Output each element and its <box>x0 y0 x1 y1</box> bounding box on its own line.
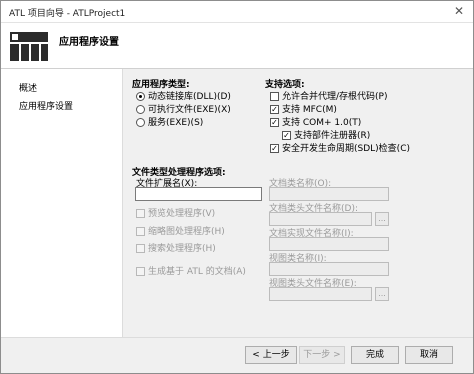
doc-class-name-input[interactable] <box>269 187 389 201</box>
wizard-footer: < 上一步 下一步 > 完成 取消 <box>1 337 473 373</box>
check-preview-handler-label: 预览处理程序(V) <box>148 209 216 219</box>
view-class-name-input[interactable] <box>269 262 389 276</box>
check-registrar[interactable]: ✓ 支持部件注册器(R) <box>282 128 370 141</box>
radio-dll-icon <box>136 92 145 101</box>
radio-dll-label: 动态链接库(DLL)(D) <box>148 92 231 102</box>
file-ext-input[interactable] <box>135 187 262 201</box>
sidebar-item-overview[interactable]: 概述 <box>19 81 37 94</box>
check-search-handler-label: 搜索处理程序(H) <box>148 244 216 254</box>
check-mfc-box: ✓ <box>270 105 279 114</box>
radio-exe[interactable]: 可执行文件(EXE)(X) <box>136 102 231 115</box>
sidebar-item-app-settings[interactable]: 应用程序设置 <box>19 99 73 112</box>
check-sdl-label: 安全开发生命周期(SDL)检查(C) <box>282 144 410 154</box>
check-mfc[interactable]: ✓ 支持 MFC(M) <box>270 102 337 115</box>
cancel-button[interactable]: 取消 <box>405 346 453 364</box>
doc-header-browse-button[interactable]: ... <box>375 212 389 226</box>
check-atl-document[interactable]: 生成基于 ATL 的文档(A) <box>136 264 246 277</box>
close-button[interactable]: ✕ <box>451 4 467 18</box>
check-com-plus[interactable]: ✓ 支持 COM+ 1.0(T) <box>270 115 361 128</box>
radio-service-label: 服务(EXE)(S) <box>148 118 204 128</box>
check-thumbnail-handler-box <box>136 227 145 236</box>
window-title: ATL 项目向导 - ATLProject1 <box>9 9 126 19</box>
view-header-name-input[interactable] <box>269 287 372 301</box>
check-com-plus-box: ✓ <box>270 118 279 127</box>
title-bar: ATL 项目向导 - ATLProject1 ✕ <box>1 1 473 23</box>
wizard-icon <box>10 32 48 61</box>
radio-exe-icon <box>136 105 145 114</box>
check-sdl-box: ✓ <box>270 144 279 153</box>
check-preview-handler[interactable]: 预览处理程序(V) <box>136 206 215 219</box>
radio-service[interactable]: 服务(EXE)(S) <box>136 115 203 128</box>
check-merge-proxy-box <box>270 92 279 101</box>
check-atl-document-box <box>136 267 145 276</box>
next-button[interactable]: 下一步 > <box>299 346 345 364</box>
page-title: 应用程序设置 <box>59 37 119 48</box>
check-thumbnail-handler[interactable]: 缩略图处理程序(H) <box>136 224 225 237</box>
radio-service-icon <box>136 118 145 127</box>
prev-button[interactable]: < 上一步 <box>245 346 297 364</box>
wizard-window: ATL 项目向导 - ATLProject1 ✕ 应用程序设置 概述 应用程序设… <box>0 0 474 374</box>
check-thumbnail-handler-label: 缩略图处理程序(H) <box>148 227 225 237</box>
settings-panel: 应用程序类型: 动态链接库(DLL)(D) 可执行文件(EXE)(X) 服务(E… <box>124 69 473 337</box>
doc-header-name-input[interactable] <box>269 212 372 226</box>
sidebar: 概述 应用程序设置 <box>1 69 123 337</box>
wizard-header: 应用程序设置 <box>1 23 473 69</box>
check-preview-handler-box <box>136 209 145 218</box>
radio-dll[interactable]: 动态链接库(DLL)(D) <box>136 89 231 102</box>
view-header-browse-button[interactable]: ... <box>375 287 389 301</box>
check-search-handler[interactable]: 搜索处理程序(H) <box>136 241 216 254</box>
finish-button[interactable]: 完成 <box>351 346 399 364</box>
check-mfc-label: 支持 MFC(M) <box>282 105 337 115</box>
check-registrar-box: ✓ <box>282 131 291 140</box>
check-com-plus-label: 支持 COM+ 1.0(T) <box>282 118 362 128</box>
doc-impl-name-input[interactable] <box>269 237 389 251</box>
check-atl-document-label: 生成基于 ATL 的文档(A) <box>148 267 246 277</box>
check-sdl[interactable]: ✓ 安全开发生命周期(SDL)检查(C) <box>270 141 410 154</box>
radio-exe-label: 可执行文件(EXE)(X) <box>148 105 231 115</box>
check-merge-proxy-label: 允许合并代理/存根代码(P) <box>282 92 388 102</box>
check-registrar-label: 支持部件注册器(R) <box>294 131 371 141</box>
check-search-handler-box <box>136 244 145 253</box>
check-merge-proxy[interactable]: 允许合并代理/存根代码(P) <box>270 89 387 102</box>
